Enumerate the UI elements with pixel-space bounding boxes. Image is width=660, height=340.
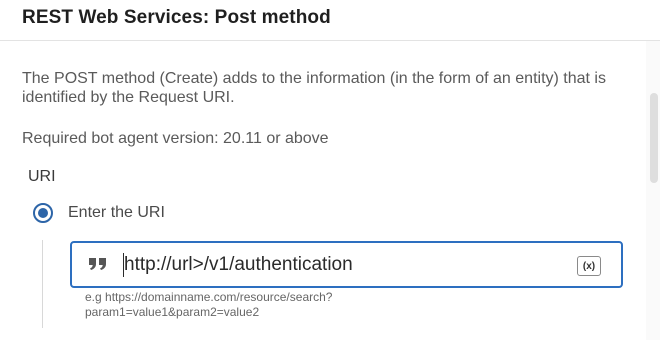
option-indent-line <box>42 240 43 328</box>
uri-input[interactable]: http://url>/v1/authentication (x) <box>70 241 623 288</box>
hint-line-2: param1=value1&param2=value2 <box>85 305 260 319</box>
panel-header: REST Web Services: Post method <box>0 0 660 38</box>
enter-uri-option[interactable]: Enter the URI <box>33 200 165 226</box>
uri-label: URI <box>28 168 56 185</box>
scrollbar[interactable] <box>646 41 660 340</box>
method-description: The POST method (Create) adds to the inf… <box>22 70 606 106</box>
hint-line-1: e.g https://domainname.com/resource/sear… <box>85 290 333 304</box>
enter-uri-label: Enter the URI <box>68 204 165 221</box>
scrollbar-thumb[interactable] <box>650 93 658 183</box>
variable-insert-button[interactable]: (x) <box>577 256 601 276</box>
quote-icon <box>88 253 110 275</box>
enter-uri-radio[interactable] <box>33 203 53 223</box>
uri-example-hint: e.g https://domainname.com/resource/sear… <box>85 290 505 320</box>
uri-input-value[interactable]: http://url>/v1/authentication <box>124 254 353 276</box>
page-title: REST Web Services: Post method <box>22 7 331 28</box>
radio-selected-dot <box>38 208 48 218</box>
version-note: Required bot agent version: 20.11 or abo… <box>22 130 329 147</box>
